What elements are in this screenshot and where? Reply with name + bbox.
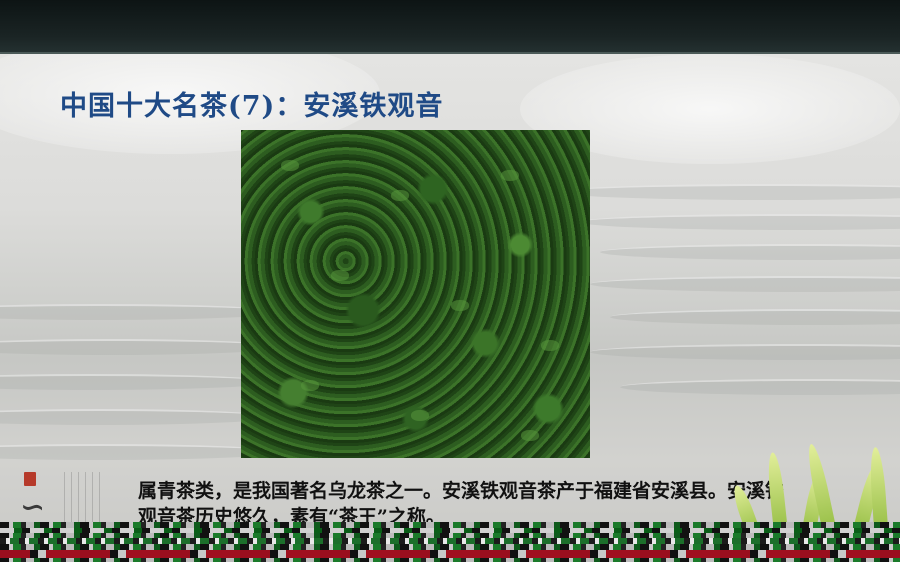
vertical-verse-decoration <box>64 472 100 522</box>
corrupted-footer-band <box>0 522 900 562</box>
slide-title: 中国十大名茶(7)：安溪铁观音 <box>60 91 444 122</box>
tea-leaves-photo <box>241 130 590 458</box>
red-seal-icon <box>24 472 36 486</box>
top-dark-bar <box>0 0 900 54</box>
tea-calligraphy-icon: ∽ <box>20 490 46 525</box>
